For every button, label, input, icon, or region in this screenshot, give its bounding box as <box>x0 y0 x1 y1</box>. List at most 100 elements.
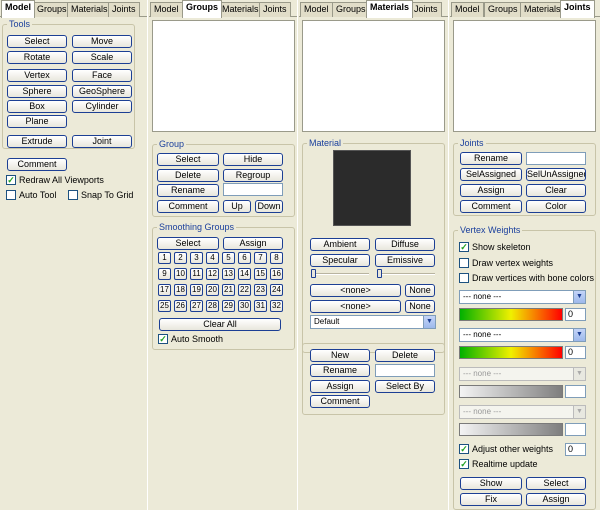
alphamap-clear-button[interactable]: None <box>405 300 435 313</box>
cylinder-button[interactable]: Cylinder <box>72 100 132 113</box>
smoothing-group-button[interactable]: 19 <box>190 284 203 296</box>
tab-joints[interactable]: Joints <box>108 2 140 17</box>
smoothing-group-button[interactable]: 3 <box>190 252 203 264</box>
draw-bone-colors-checkbox[interactable]: Draw vertices with bone colors <box>459 272 594 285</box>
new-material-button[interactable]: New <box>310 349 370 362</box>
hide-button[interactable]: Hide <box>223 153 283 166</box>
weight-slider-4[interactable] <box>459 423 563 436</box>
tab-model[interactable]: Model <box>1 0 35 18</box>
shininess-slider[interactable] <box>311 269 369 279</box>
tab-materials[interactable]: Materials <box>67 2 112 17</box>
emissive-button[interactable]: Emissive <box>375 254 435 267</box>
smoothing-group-button[interactable]: 24 <box>270 284 283 296</box>
comment-button[interactable]: Comment <box>157 200 219 213</box>
extrude-button[interactable]: Extrude <box>7 135 67 148</box>
auto-tool-checkbox[interactable]: Auto Tool <box>6 189 56 202</box>
tab-groups[interactable]: Groups <box>33 2 71 17</box>
weights-show-button[interactable]: Show <box>460 477 522 490</box>
sphere-button[interactable]: Sphere <box>7 85 67 98</box>
weight-value-2[interactable]: 0 <box>565 346 586 359</box>
sg-select-button[interactable]: Select <box>157 237 219 250</box>
smoothing-group-button[interactable]: 2 <box>174 252 187 264</box>
smoothing-group-button[interactable]: 18 <box>174 284 187 296</box>
redraw-all-viewports-checkbox[interactable]: ✓ Redraw All Viewports <box>6 174 104 187</box>
slider-thumb[interactable] <box>377 269 382 278</box>
weight-slider-2[interactable] <box>459 346 563 359</box>
delete-button[interactable]: Delete <box>157 169 219 182</box>
joint-color-button[interactable]: Color <box>526 200 586 213</box>
weight-joint-select-2[interactable]: --- none --- ▼ <box>459 328 586 342</box>
sel-assigned-button[interactable]: SelAssigned <box>460 168 522 181</box>
tab-groups[interactable]: Groups <box>332 2 370 17</box>
adjust-other-weights-checkbox[interactable]: ✓ Adjust other weights <box>459 443 553 456</box>
tab-model[interactable]: Model <box>150 2 183 17</box>
weights-assign-button[interactable]: Assign <box>526 493 586 506</box>
smoothing-group-button[interactable]: 26 <box>174 300 187 312</box>
smoothing-group-button[interactable]: 31 <box>254 300 267 312</box>
tab-materials[interactable]: Materials <box>366 0 414 18</box>
smoothing-group-button[interactable]: 23 <box>254 284 267 296</box>
smoothing-group-button[interactable]: 14 <box>238 268 251 280</box>
assign-material-button[interactable]: Assign <box>310 380 370 393</box>
scale-button[interactable]: Scale <box>72 51 132 64</box>
rename-material-button[interactable]: Rename <box>310 364 370 377</box>
face-button[interactable]: Face <box>72 69 132 82</box>
smoothing-group-button[interactable]: 29 <box>222 300 235 312</box>
weight-slider-1[interactable] <box>459 308 563 321</box>
smoothing-group-button[interactable]: 20 <box>206 284 219 296</box>
transparency-slider[interactable] <box>377 269 435 279</box>
weight-value-1[interactable]: 0 <box>565 308 586 321</box>
smoothing-group-button[interactable]: 32 <box>270 300 283 312</box>
auto-smooth-checkbox[interactable]: ✓ Auto Smooth <box>158 333 223 346</box>
select-by-material-button[interactable]: Select By <box>375 380 435 393</box>
smoothing-group-button[interactable]: 1 <box>158 252 171 264</box>
weights-select-button[interactable]: Select <box>526 477 586 490</box>
weight-joint-select-4[interactable]: --- none --- ▼ <box>459 405 586 419</box>
joint-clear-button[interactable]: Clear <box>526 184 586 197</box>
smoothing-group-button[interactable]: 25 <box>158 300 171 312</box>
regroup-button[interactable]: Regroup <box>223 169 283 182</box>
smoothing-group-button[interactable]: 11 <box>190 268 203 280</box>
diffuse-button[interactable]: Diffuse <box>375 238 435 251</box>
smoothing-group-button[interactable]: 4 <box>206 252 219 264</box>
tab-groups[interactable]: Groups <box>182 0 223 18</box>
box-button[interactable]: Box <box>7 100 67 113</box>
weight-value-4[interactable] <box>565 423 586 436</box>
smoothing-group-button[interactable]: 5 <box>222 252 235 264</box>
joint-name-field[interactable] <box>526 152 586 165</box>
plane-button[interactable]: Plane <box>7 115 67 128</box>
smoothing-group-button[interactable]: 17 <box>158 284 171 296</box>
adjust-weights-value[interactable]: 0 <box>565 443 586 456</box>
snap-to-grid-checkbox[interactable]: Snap To Grid <box>68 189 133 202</box>
smoothing-group-button[interactable]: 6 <box>238 252 251 264</box>
tab-materials[interactable]: Materials <box>520 2 565 17</box>
smoothing-group-button[interactable]: 21 <box>222 284 235 296</box>
weight-value-3[interactable] <box>565 385 586 398</box>
tab-materials[interactable]: Materials <box>218 2 263 17</box>
draw-vertex-weights-checkbox[interactable]: Draw vertex weights <box>459 257 553 270</box>
show-skeleton-checkbox[interactable]: ✓ Show skeleton <box>459 241 531 254</box>
clear-all-button[interactable]: Clear All <box>159 318 281 331</box>
weights-fix-button[interactable]: Fix <box>460 493 522 506</box>
texture-none-button[interactable]: <none> <box>310 284 401 297</box>
smoothing-group-button[interactable]: 16 <box>270 268 283 280</box>
smoothing-group-button[interactable]: 7 <box>254 252 267 264</box>
tab-joints[interactable]: Joints <box>560 0 595 18</box>
alphamap-none-button[interactable]: <none> <box>310 300 401 313</box>
tab-joints[interactable]: Joints <box>259 2 291 17</box>
rotate-button[interactable]: Rotate <box>7 51 67 64</box>
joint-button[interactable]: Joint <box>72 135 132 148</box>
joint-assign-button[interactable]: Assign <box>460 184 522 197</box>
tab-model[interactable]: Model <box>300 2 333 17</box>
smoothing-group-button[interactable]: 8 <box>270 252 283 264</box>
down-button[interactable]: Down <box>255 200 283 213</box>
tab-groups[interactable]: Groups <box>484 2 522 17</box>
specular-button[interactable]: Specular <box>310 254 370 267</box>
rename-button[interactable]: Rename <box>157 184 219 197</box>
tab-model[interactable]: Model <box>451 2 484 17</box>
material-name-field[interactable] <box>375 364 435 377</box>
smoothing-group-button[interactable]: 28 <box>206 300 219 312</box>
smoothing-group-button[interactable]: 13 <box>222 268 235 280</box>
smoothing-group-button[interactable]: 10 <box>174 268 187 280</box>
smoothing-group-button[interactable]: 15 <box>254 268 267 280</box>
